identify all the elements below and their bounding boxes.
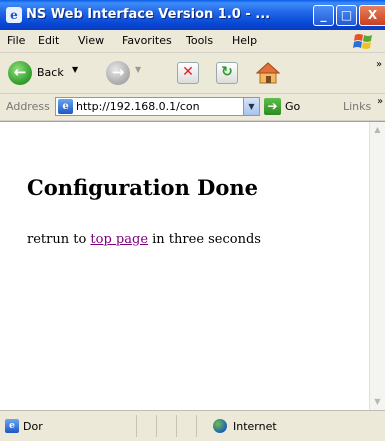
address-input[interactable]: e http://192.168.0.1/con ▼ — [55, 97, 260, 116]
vertical-scrollbar[interactable]: ▲ ▼ — [369, 122, 385, 410]
redirect-message: retrun to top page in three seconds — [27, 232, 261, 247]
toolbar: ← Back ▼ → ▼ ✕ ↻ » — [0, 53, 385, 94]
page-viewport: Configuration Done retrun to top page in… — [0, 121, 385, 410]
back-dropdown-icon[interactable]: ▼ — [72, 65, 78, 74]
menu-favorites[interactable]: Favorites — [122, 34, 172, 47]
status-divider — [176, 415, 177, 437]
globe-icon — [213, 419, 227, 433]
ie-icon: e — [6, 7, 22, 23]
address-bar: Address e http://192.168.0.1/con ▼ ➔ Go … — [0, 94, 385, 121]
menu-view[interactable]: View — [78, 34, 104, 47]
back-button-label[interactable]: Back — [37, 66, 64, 79]
back-arrow-icon[interactable]: ← — [8, 61, 32, 85]
address-label: Address — [6, 100, 50, 113]
address-url[interactable]: http://192.168.0.1/con — [76, 100, 241, 113]
go-arrow-icon[interactable]: ➔ — [264, 98, 281, 115]
redirect-text-after: in three seconds — [148, 232, 261, 247]
menu-bar: File Edit View Favorites Tools Help — [0, 30, 385, 53]
top-page-link[interactable]: top page — [90, 232, 148, 247]
menu-file[interactable]: File — [7, 34, 25, 47]
status-page-icon: e — [5, 419, 19, 433]
close-button[interactable]: X — [359, 5, 385, 26]
window-title: NS Web Interface Version 1.0 - ... — [26, 7, 271, 22]
redirect-text-before: retrun to — [27, 232, 91, 247]
links-label[interactable]: Links — [343, 100, 371, 113]
home-icon[interactable] — [255, 60, 281, 86]
address-dropdown-icon[interactable]: ▼ — [243, 98, 259, 115]
minimize-button[interactable]: _ — [313, 5, 334, 26]
refresh-icon[interactable]: ↻ — [216, 62, 238, 84]
status-divider — [156, 415, 157, 437]
menu-help[interactable]: Help — [232, 34, 257, 47]
windows-logo-icon — [353, 34, 372, 49]
browser-window: e NS Web Interface Version 1.0 - ... _ □… — [0, 0, 385, 441]
security-zone: Internet — [233, 420, 277, 433]
maximize-button[interactable]: □ — [336, 5, 357, 26]
status-text: Dor — [23, 420, 43, 433]
stop-icon[interactable]: ✕ — [177, 62, 199, 84]
status-divider — [136, 415, 137, 437]
page-icon: e — [58, 99, 73, 114]
page-heading: Configuration Done — [27, 175, 258, 200]
menu-edit[interactable]: Edit — [38, 34, 59, 47]
title-bar[interactable]: e NS Web Interface Version 1.0 - ... _ □… — [0, 0, 385, 30]
scroll-down-icon[interactable]: ▼ — [370, 394, 385, 410]
links-overflow-icon[interactable]: » — [377, 96, 383, 107]
menu-tools[interactable]: Tools — [186, 34, 213, 47]
status-bar: e Dor Internet — [0, 410, 385, 441]
go-button-label[interactable]: Go — [285, 100, 300, 113]
forward-dropdown-icon[interactable]: ▼ — [135, 65, 141, 74]
scroll-up-icon[interactable]: ▲ — [370, 122, 385, 138]
toolbar-overflow-icon[interactable]: » — [376, 59, 382, 70]
status-divider — [196, 415, 197, 437]
forward-arrow-icon[interactable]: → — [106, 61, 130, 85]
